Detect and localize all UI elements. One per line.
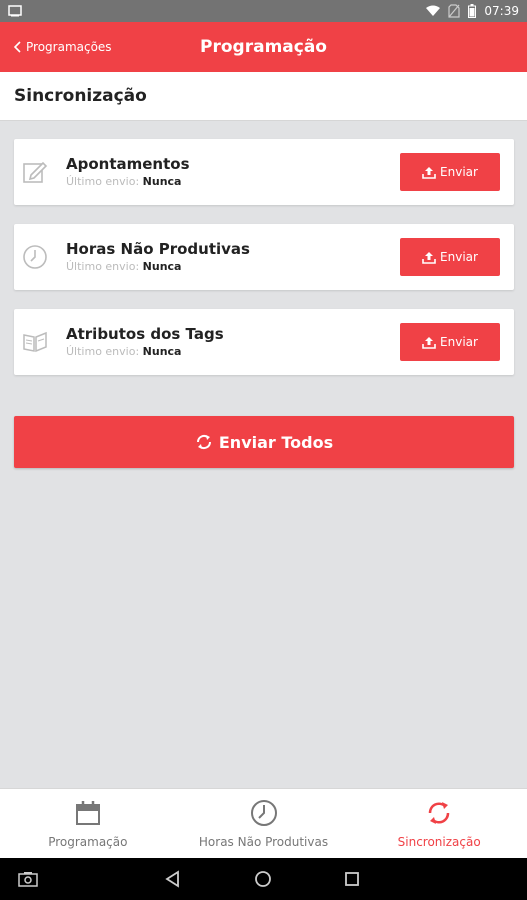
card-title: Horas Não Produtivas <box>66 240 250 258</box>
screenshot-icon <box>8 5 22 17</box>
card-title: Apontamentos <box>66 155 190 173</box>
android-nav-bar <box>0 858 527 900</box>
status-right: 07:39 <box>426 4 519 18</box>
upload-icon <box>422 251 436 264</box>
card-subtitle: Último envio: Nunca <box>66 260 250 273</box>
clock-icon <box>250 799 277 826</box>
send-button-label: Enviar <box>440 250 478 264</box>
tab-label: Programação <box>48 834 128 849</box>
sync-card-apontamentos: Apontamentos Último envio: Nunca Enviar <box>14 139 514 205</box>
calendar-icon <box>75 800 100 825</box>
camera-icon[interactable] <box>18 869 38 889</box>
tab-label: Horas Não Produtivas <box>198 834 329 849</box>
card-title: Atributos dos Tags <box>66 325 224 343</box>
send-button[interactable]: Enviar <box>400 238 500 276</box>
battery-icon <box>468 4 477 18</box>
sync-card-atributos: Atributos dos Tags Último envio: Nunca E… <box>14 309 514 375</box>
bottom-tab-bar: Programação Horas Não Produtivas Sincron… <box>0 788 527 858</box>
card-text: Apontamentos Último envio: Nunca <box>66 155 190 188</box>
status-bar: 07:39 <box>0 0 527 22</box>
upload-icon <box>422 166 436 179</box>
wifi-icon <box>426 5 441 16</box>
book-icon <box>23 331 47 353</box>
sync-card-horas: Horas Não Produtivas Último envio: Nunca… <box>14 224 514 290</box>
tab-label: Sincronização <box>397 834 481 849</box>
clock-icon <box>23 245 47 269</box>
tab-horas-nao-produtivas[interactable]: Horas Não Produtivas <box>176 789 352 858</box>
back-triangle-icon[interactable] <box>163 869 183 889</box>
last-sent-label: Último envio: <box>66 260 140 273</box>
upload-icon <box>422 336 436 349</box>
card-subtitle: Último envio: Nunca <box>66 175 190 188</box>
tab-programacao[interactable]: Programação <box>0 789 176 858</box>
last-sent-label: Último envio: <box>66 175 140 188</box>
recents-square-icon[interactable] <box>342 869 362 889</box>
home-circle-icon[interactable] <box>253 869 273 889</box>
back-button[interactable]: Programações <box>14 22 112 72</box>
sync-icon <box>428 801 450 824</box>
back-label: Programações <box>26 40 112 54</box>
status-time: 07:39 <box>484 4 519 18</box>
tab-sincronizacao[interactable]: Sincronização <box>351 789 527 858</box>
section-title: Sincronização <box>0 72 527 121</box>
last-sent-label: Último envio: <box>66 345 140 358</box>
send-all-label: Enviar Todos <box>218 432 334 452</box>
no-sim-icon <box>448 4 461 18</box>
send-button-label: Enviar <box>440 165 478 179</box>
last-sent-value: Nunca <box>142 260 182 273</box>
card-text: Horas Não Produtivas Último envio: Nunca <box>66 240 250 273</box>
status-left <box>8 5 22 17</box>
app-header: Programações Programação <box>0 22 527 72</box>
card-subtitle: Último envio: Nunca <box>66 345 224 358</box>
card-text: Atributos dos Tags Último envio: Nunca <box>66 325 224 358</box>
send-button[interactable]: Enviar <box>400 153 500 191</box>
send-button[interactable]: Enviar <box>400 323 500 361</box>
chevron-left-icon <box>14 41 21 53</box>
send-button-label: Enviar <box>440 335 478 349</box>
send-all-button[interactable]: Enviar Todos <box>14 416 514 468</box>
edit-icon <box>23 161 48 183</box>
sync-icon <box>196 434 211 450</box>
last-sent-value: Nunca <box>142 345 182 358</box>
last-sent-value: Nunca <box>142 175 182 188</box>
